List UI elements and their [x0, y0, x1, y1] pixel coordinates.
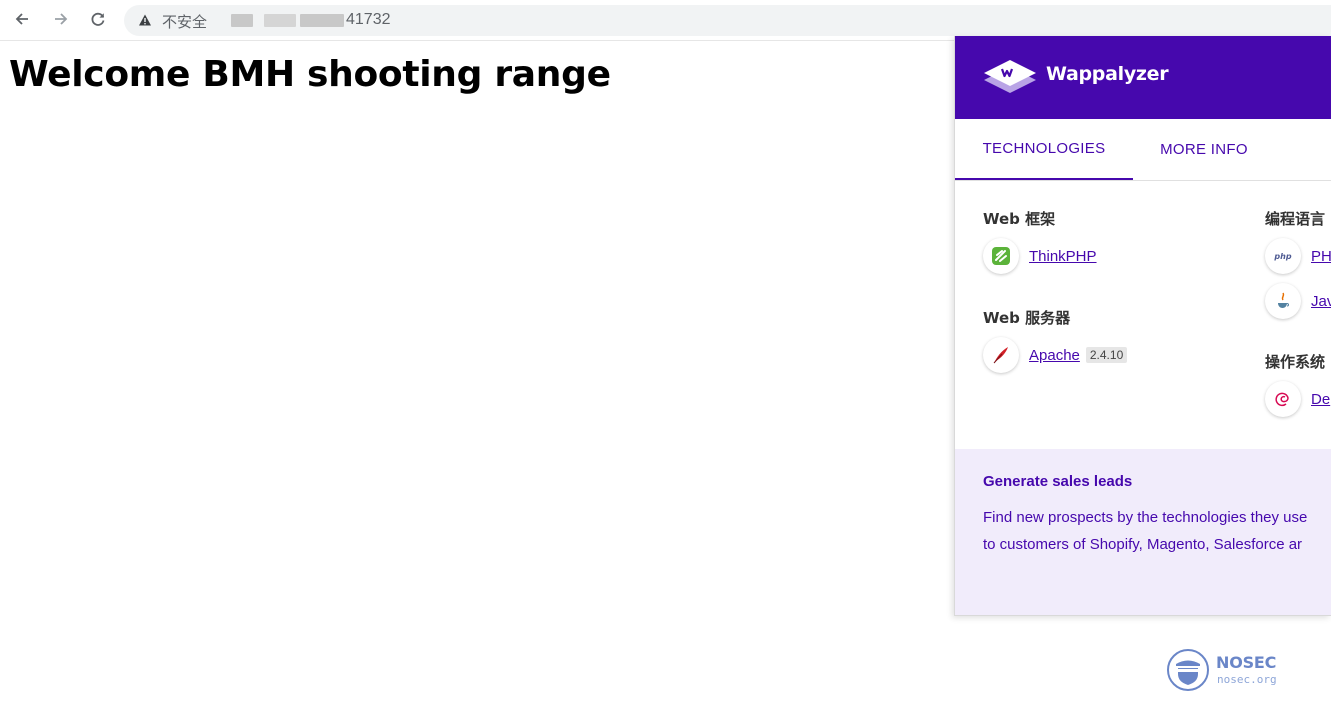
reload-icon	[91, 12, 105, 26]
tech-item[interactable]: Apache 2.4.10	[983, 337, 1128, 373]
watermark-domain: nosec.org	[1217, 673, 1277, 686]
address-text: 41732	[346, 11, 391, 28]
popup-tabs: TECHNOLOGIES MORE INFO	[955, 119, 1331, 181]
redacted-address	[300, 14, 344, 27]
tech-name[interactable]: Apache	[1029, 347, 1080, 364]
tech-item[interactable]: php PH	[1265, 238, 1331, 274]
tech-name[interactable]: ThinkPHP	[1029, 248, 1097, 265]
debian-icon	[1265, 381, 1301, 417]
wappalyzer-brand: Wappalyzer	[1046, 63, 1169, 85]
leads-description: to customers of Shopify, Magento, Salesf…	[983, 536, 1303, 553]
tab-more-info[interactable]: MORE INFO	[1133, 119, 1275, 180]
warning-triangle-icon	[139, 14, 151, 26]
reload-button[interactable]	[85, 6, 111, 32]
wappalyzer-logo-icon	[984, 60, 1036, 93]
leads-description: Find new prospects by the technologies t…	[983, 509, 1308, 526]
back-button[interactable]	[9, 6, 35, 32]
browser-toolbar: 不安全 41732	[0, 0, 1331, 41]
category-os: 操作系统	[1265, 353, 1326, 371]
wappalyzer-popup: Wappalyzer TECHNOLOGIES MORE INFO Web 框架…	[954, 36, 1331, 616]
nosec-watermark: NOSEC nosec.org	[1166, 648, 1281, 694]
tech-name[interactable]: PH	[1311, 248, 1331, 265]
java-icon	[1265, 283, 1301, 319]
category-web-server: Web 服务器	[983, 309, 1071, 327]
nosec-shield-icon	[1167, 649, 1209, 691]
tech-item[interactable]: De	[1265, 381, 1330, 417]
sales-leads-panel: Generate sales leads Find new prospects …	[955, 449, 1331, 615]
address-bar[interactable]: 不安全 41732	[124, 5, 1331, 36]
apache-feather-icon	[983, 337, 1019, 373]
arrow-left-icon	[15, 13, 28, 25]
category-language: 编程语言	[1265, 210, 1326, 228]
forward-button[interactable]	[48, 6, 74, 32]
redacted-address	[231, 14, 253, 27]
category-web-framework: Web 框架	[983, 210, 1056, 228]
tech-item[interactable]: Jav	[1265, 283, 1331, 319]
php-icon: php	[1265, 238, 1301, 274]
tab-technologies[interactable]: TECHNOLOGIES	[955, 119, 1133, 180]
watermark-name: NOSEC	[1216, 653, 1277, 672]
arrow-right-icon	[55, 13, 68, 25]
svg-text:php: php	[1273, 252, 1291, 261]
redacted-address	[264, 14, 296, 27]
leads-title: Generate sales leads	[983, 473, 1133, 490]
tech-name[interactable]: De	[1311, 391, 1330, 408]
popup-header: Wappalyzer	[955, 36, 1331, 119]
thinkphp-icon	[983, 238, 1019, 274]
tech-item[interactable]: ThinkPHP	[983, 238, 1097, 274]
tech-name[interactable]: Jav	[1311, 293, 1331, 310]
page-title: Welcome BMH shooting range	[9, 54, 611, 95]
security-label: 不安全	[162, 13, 208, 31]
tech-version-badge: 2.4.10	[1085, 347, 1128, 363]
